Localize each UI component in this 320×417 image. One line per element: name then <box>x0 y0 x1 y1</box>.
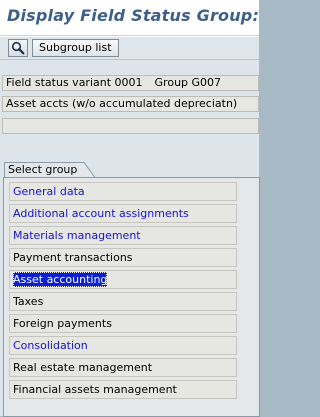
group-item-label: Foreign payments <box>13 317 112 330</box>
field-status-variant-value: Field status variant 0001 <box>6 76 143 89</box>
group-item-label: Financial assets management <box>13 383 177 396</box>
field-status-variant-row: Field status variant 0001 Group G007 <box>2 75 259 91</box>
group-item-label: Asset accounting <box>13 272 108 287</box>
title-bar: Display Field Status Group: O <box>0 0 259 36</box>
group-item-foreign-payments[interactable]: Foreign payments <box>9 314 237 333</box>
application-toolbar: Subgroup list <box>0 36 259 60</box>
group-item-label: Additional account assignments <box>13 207 189 220</box>
header-info-panel: Field status variant 0001 Group G007 Asse… <box>0 60 259 140</box>
group-value: Group G007 <box>154 76 222 89</box>
group-item-label: Real estate management <box>13 361 153 374</box>
group-description-field: Asset accts (w/o accumulated depreciatn) <box>2 96 259 112</box>
magnifier-icon[interactable] <box>8 39 28 57</box>
group-item-materials-management[interactable]: Materials management <box>9 226 237 245</box>
subgroup-list-button[interactable]: Subgroup list <box>32 39 119 57</box>
group-item-payment-transactions[interactable]: Payment transactions <box>9 248 237 267</box>
group-item-real-estate-management[interactable]: Real estate management <box>9 358 237 377</box>
group-item-consolidation[interactable]: Consolidation <box>9 336 237 355</box>
tab-select-group[interactable]: Select group <box>4 162 96 178</box>
empty-info-line <box>2 118 259 134</box>
group-item-label: Payment transactions <box>13 251 133 264</box>
tab-select-group-label: Select group <box>8 163 78 176</box>
group-item-additional-account-assignments[interactable]: Additional account assignments <box>9 204 237 223</box>
select-group-frame: General data Additional account assignmen… <box>3 177 260 417</box>
select-group-area: Select group General data Additional acco… <box>0 140 260 417</box>
select-group-list: General data Additional account assignmen… <box>9 182 237 402</box>
group-item-label: Consolidation <box>13 339 88 352</box>
window-title: Display Field Status Group: O <box>7 6 259 25</box>
group-item-label: Taxes <box>13 295 44 308</box>
group-item-financial-assets-management[interactable]: Financial assets management <box>9 380 237 399</box>
group-item-asset-accounting[interactable]: Asset accounting <box>9 270 237 289</box>
group-item-taxes[interactable]: Taxes <box>9 292 237 311</box>
group-item-label: Materials management <box>13 229 141 242</box>
group-item-general-data[interactable]: General data <box>9 182 237 201</box>
group-item-label: General data <box>13 185 85 198</box>
